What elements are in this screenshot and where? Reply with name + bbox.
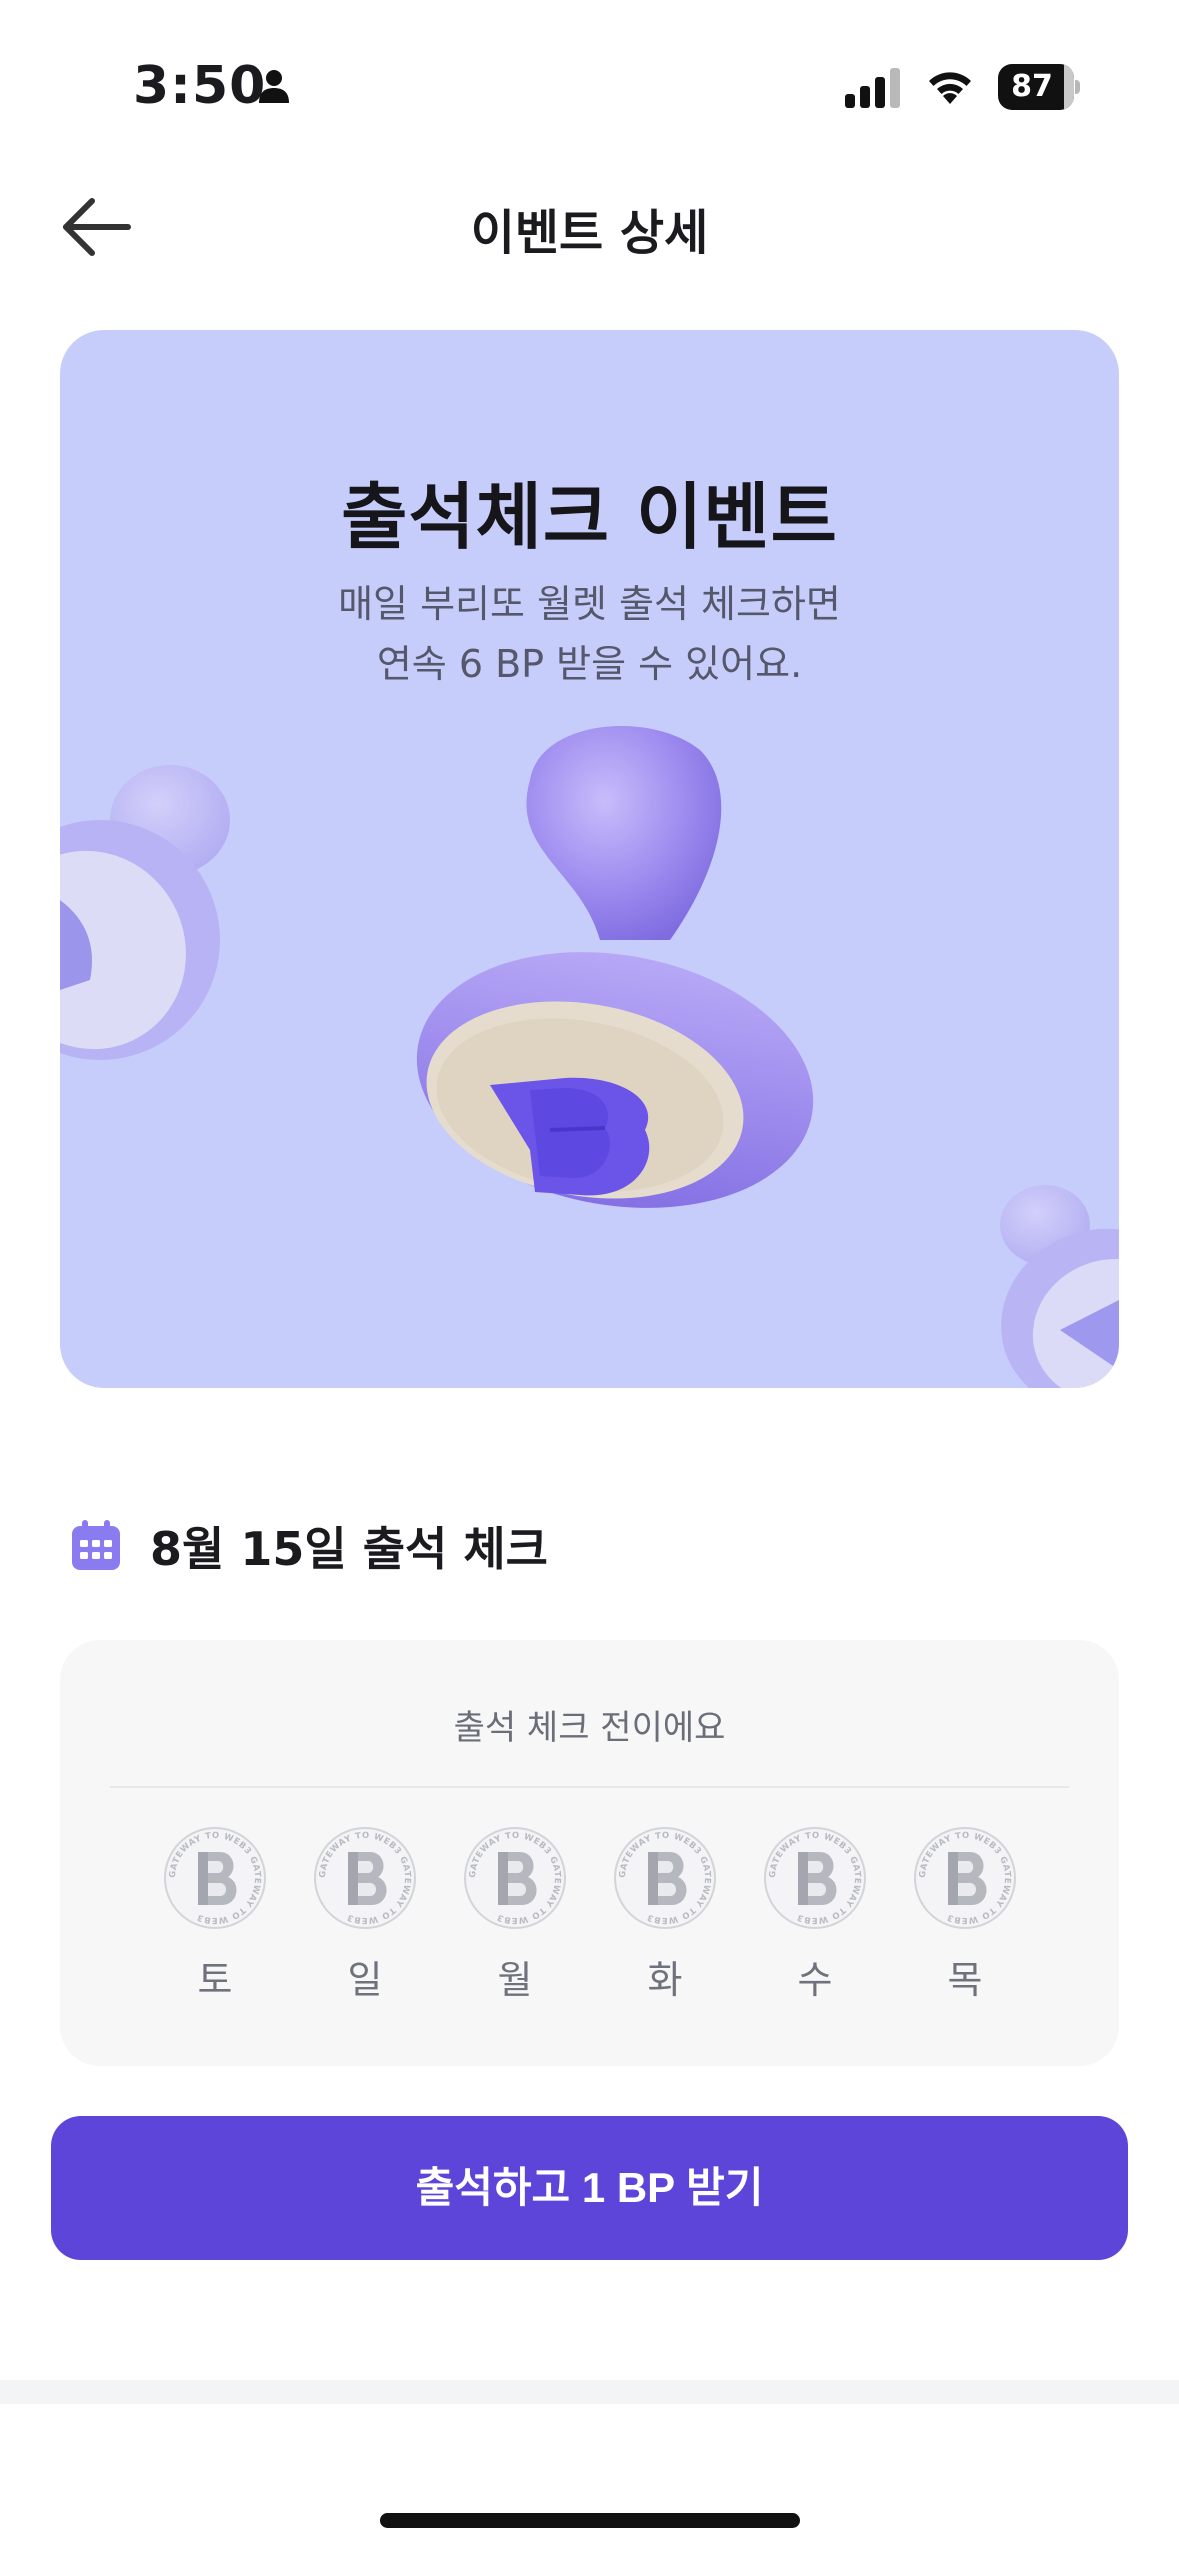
status-bar: 3:50 87 (0, 0, 1179, 150)
attendance-status: 출석 체크 전이에요 (453, 1708, 726, 1748)
attendance-badge-icon: GATEWAY TO WEB3 GATEWAY TO WEB3 (614, 1827, 716, 1929)
check-in-button[interactable]: 출석하고 1 BP 받기 (51, 2116, 1128, 2260)
attendance-day-label: 일 (347, 1958, 383, 2002)
wifi-icon (929, 72, 971, 104)
attendance-badge-icon: GATEWAY TO WEB3 GATEWAY TO WEB3 (764, 1827, 866, 1929)
bottom-divider (0, 2380, 1179, 2404)
event-banner: 출석체크 이벤트 매일 부리또 월렛 출석 체크하면 연속 6 BP 받을 수 … (60, 330, 1119, 1388)
attendance-day: GATEWAY TO WEB3 GATEWAY TO WEB3 화 (610, 1825, 720, 2025)
attendance-day-label: 수 (797, 1958, 833, 2002)
attendance-badge-icon: GATEWAY TO WEB3 GATEWAY TO WEB3 (464, 1827, 566, 1929)
attendance-badge-icon: GATEWAY TO WEB3 GATEWAY TO WEB3 (164, 1827, 266, 1929)
banner-description-line1: 매일 부리또 월렛 출석 체크하면 (338, 582, 841, 626)
banner-description-line2: 연속 6 BP 받을 수 있어요. (376, 642, 803, 686)
cellular-signal-icon (845, 68, 900, 108)
home-indicator (380, 2513, 800, 2528)
attendance-day: GATEWAY TO WEB3 GATEWAY TO WEB3 목 (910, 1825, 1020, 2025)
attendance-day-label: 화 (647, 1958, 683, 2002)
attendance-day: GATEWAY TO WEB3 GATEWAY TO WEB3 월 (460, 1825, 570, 2025)
page-title: 이벤트 상세 (470, 205, 709, 261)
attendance-day-label: 월 (497, 1958, 533, 2002)
attendance-day-label: 목 (947, 1958, 983, 2002)
attendance-day-label: 토 (197, 1958, 233, 2002)
calendar-icon (72, 1520, 120, 1570)
battery-icon: 87 (998, 64, 1080, 110)
status-time: 3:50 (133, 56, 267, 116)
attendance-card: 출석 체크 전이에요 GATEWAY TO WEB3 GATEWAY TO WE… (60, 1640, 1119, 2066)
banner-description: 매일 부리또 월렛 출석 체크하면 연속 6 BP 받을 수 있어요. (60, 574, 1119, 694)
battery-level: 87 (1011, 69, 1053, 104)
attendance-day: GATEWAY TO WEB3 GATEWAY TO WEB3 일 (310, 1825, 420, 2025)
attendance-badge-icon: GATEWAY TO WEB3 GATEWAY TO WEB3 (914, 1827, 1016, 1929)
attendance-heading: 8월 15일 출석 체크 (150, 1522, 548, 1576)
attendance-badge-icon: GATEWAY TO WEB3 GATEWAY TO WEB3 (314, 1827, 416, 1929)
screen: 3:50 87 이벤트 상세 출석체크 이벤트 매일 부리또 월렛 출석 체크하… (0, 0, 1179, 2556)
attendance-day: GATEWAY TO WEB3 GATEWAY TO WEB3 수 (760, 1825, 870, 2025)
divider (110, 1786, 1069, 1788)
banner-title: 출석체크 이벤트 (341, 475, 838, 559)
attendance-day: GATEWAY TO WEB3 GATEWAY TO WEB3 토 (160, 1825, 270, 2025)
person-icon (259, 70, 289, 103)
